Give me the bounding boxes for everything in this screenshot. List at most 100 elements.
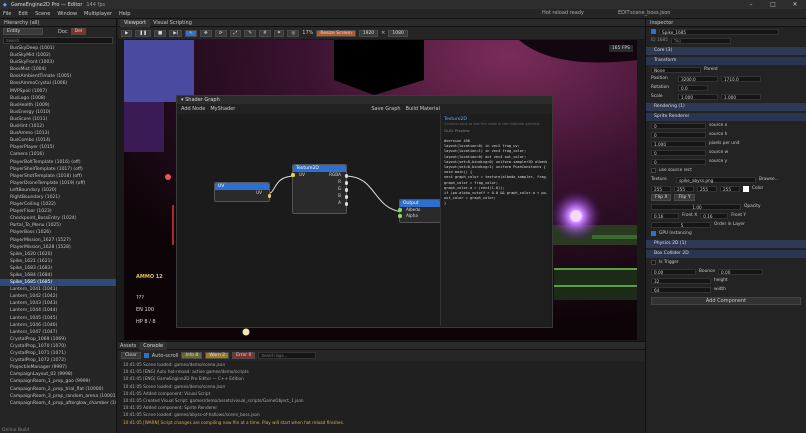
hierarchy-row[interactable]: MVPSpoil (1007) (0, 88, 116, 95)
tab-viewport[interactable]: Viewport (120, 18, 151, 27)
hierarchy-row[interactable]: Spike_1684 (1684) (0, 272, 116, 279)
tab-visual-scripting[interactable]: Visual Scripting (153, 20, 192, 26)
close-window-button[interactable]: ✕ (784, 0, 806, 9)
hierarchy-row[interactable]: Lantern_1044 (1044) (0, 307, 116, 314)
tag-field[interactable] (670, 37, 731, 44)
physics-section[interactable]: Physics 2D (1) (646, 240, 806, 248)
texture-field[interactable]: spike_abyss.png (676, 176, 756, 183)
hierarchy-row[interactable]: CampaignRoom_4_prop_afterglow_chamber (1… (0, 400, 116, 407)
bounce-field[interactable]: 0.00 (718, 268, 764, 275)
grid-toggle-icon[interactable]: # (259, 29, 271, 37)
entity-name-field[interactable]: Spike_1685 (659, 28, 779, 35)
output-albedo-pin[interactable] (398, 208, 402, 212)
hierarchy-row[interactable]: PlayerMission_1627 (1527) (0, 237, 116, 244)
hierarchy-row[interactable]: Spike_1620 (1620) (0, 251, 116, 258)
filter-warn[interactable]: Warn 2 (205, 352, 230, 359)
menu-help[interactable]: Help (119, 11, 130, 17)
uv-node[interactable]: UV UV (214, 182, 271, 202)
texture2d-g-pin[interactable] (344, 188, 348, 192)
browse-button[interactable]: Browse... (759, 177, 779, 182)
hierarchy-row[interactable]: ProjectileManager (9997) (0, 364, 116, 371)
shader-name[interactable]: MyShader (210, 106, 235, 112)
scale-tool-icon[interactable]: ⤢ (229, 29, 242, 37)
save-graph-button[interactable]: Save Graph (371, 106, 400, 112)
hierarchy-row[interactable]: BusEnergy (1010) (0, 109, 116, 116)
tab-console[interactable]: Console (139, 341, 168, 350)
rendering-section[interactable]: Rendering (1) (646, 103, 806, 111)
hierarchy-row[interactable]: BusSkyFront (1003) (0, 59, 116, 66)
texture2d-b-pin[interactable] (344, 195, 348, 199)
entity-dropdown[interactable]: Entity (3, 28, 43, 35)
hierarchy-row[interactable]: Spike_1621 (1621) (0, 258, 116, 265)
hierarchy-row[interactable]: RightBoundary (1021) (0, 194, 116, 201)
color-swatch[interactable] (743, 185, 749, 192)
hierarchy-row[interactable]: BusSkyDeep (1001) (0, 45, 116, 52)
hierarchy-row[interactable]: BusCombo (1014) (0, 137, 116, 144)
texture2d-r-pin[interactable] (344, 181, 348, 185)
add-component-button[interactable]: Add Component (651, 297, 801, 305)
hierarchy-row[interactable]: BossAmbientTimate (1005) (0, 73, 116, 80)
hierarchy-search-input[interactable] (3, 37, 113, 44)
hierarchy-row[interactable]: Lantern_1045 (1045) (0, 315, 116, 322)
position-y[interactable]: 1710.0 (721, 75, 761, 82)
hierarchy-row[interactable]: BossMist (1004) (0, 66, 116, 73)
hierarchy-row[interactable]: Lantern_1041 (1041) (0, 286, 116, 293)
use-source-rect-checkbox[interactable] (651, 168, 656, 173)
offset-x-field[interactable]: 0.00 (651, 268, 696, 275)
hierarchy-row[interactable]: BusHint (1012) (0, 123, 116, 130)
hierarchy-row[interactable]: PlayerPlayer (1015) (0, 144, 116, 151)
sprite-field-value[interactable]: 1.000 (651, 140, 706, 147)
menu-scene[interactable]: Scene (35, 11, 50, 17)
hierarchy-row[interactable]: Portal_To_Menu (1025) (0, 222, 116, 229)
hierarchy-row[interactable]: PlayerBoss (1026) (0, 229, 116, 236)
texture2d-node[interactable]: Texture2D UV RGBA R G B A (291, 164, 348, 214)
select-tool-icon[interactable]: ↖ (185, 29, 198, 37)
sprite-field-value[interactable]: 0 (651, 122, 706, 129)
hierarchy-row[interactable]: BusLogo (1008) (0, 95, 116, 102)
brush-tool-icon[interactable]: ✎ (244, 29, 256, 37)
snap-toggle-icon[interactable]: ⌗ (273, 29, 285, 37)
opacity-slider[interactable]: 1.00 (651, 203, 741, 210)
menu-window[interactable]: Window (57, 11, 77, 17)
order-field[interactable]: 5 (651, 221, 711, 228)
hierarchy-row[interactable]: PlayerBoltTemplate (1016) (off) (0, 159, 116, 166)
hierarchy-row[interactable]: BossAmmoCrystal (1006) (0, 80, 116, 87)
hierarchy-row[interactable]: CampaignRoom_2_prop_trial_flat (10000) (0, 386, 116, 393)
hierarchy-row[interactable]: Spike_1685 (1685) (0, 279, 116, 287)
hierarchy-row[interactable]: PlayerDroneTemplate (1019) (off) (0, 180, 116, 187)
stop-button[interactable]: ■ (154, 29, 167, 37)
menu-edit[interactable]: Edit (18, 11, 28, 17)
collider-height-field[interactable]: 32 (651, 277, 711, 284)
gpu-instancing-checkbox[interactable] (651, 231, 656, 236)
sprite-renderer-section[interactable]: Sprite Renderer (646, 113, 806, 121)
hierarchy-row[interactable]: BusSkyMid (1002) (0, 52, 116, 59)
build-material-button[interactable]: Build Material (406, 106, 440, 112)
rotation-field[interactable]: 0.0 (678, 84, 708, 91)
clear-button[interactable]: Clear (121, 352, 141, 359)
hierarchy-row[interactable]: CampaignLayout_02 (9998) (0, 371, 116, 378)
collider-width-field[interactable]: 64 (651, 286, 711, 293)
tab-assets[interactable]: Assets (120, 343, 136, 349)
core-section[interactable]: Core (3) (646, 47, 806, 55)
output-alpha-pin[interactable] (398, 214, 402, 218)
resolution-width[interactable]: 1920 (358, 29, 379, 37)
add-node-button[interactable]: Add Node (181, 106, 205, 112)
color-g[interactable]: 255 (674, 185, 694, 192)
rotate-tool-icon[interactable]: ⟳ (214, 29, 227, 37)
resolution-height[interactable]: 1080 (388, 29, 408, 37)
minimize-button[interactable]: – (740, 0, 762, 9)
hierarchy-row[interactable]: PlayerCeiling (1022) (0, 201, 116, 208)
scale-x[interactable]: 1.000 (678, 93, 718, 100)
texture2d-rgba-pin[interactable] (344, 174, 348, 178)
hierarchy-row[interactable]: Camera (1016) (0, 151, 116, 158)
is-trigger-checkbox[interactable] (651, 260, 656, 265)
pause-button[interactable]: ❚❚ (135, 29, 152, 37)
sprite-field-value[interactable]: 0 (651, 158, 706, 165)
hierarchy-row[interactable]: Lantern_1043 (1043) (0, 300, 116, 307)
uv-out-pin[interactable] (267, 194, 271, 198)
step-button[interactable]: ▶| (169, 29, 183, 37)
hierarchy-row[interactable]: PlayerFloor (1023) (0, 208, 116, 215)
flip-x-button[interactable]: Flip X (651, 194, 672, 201)
hierarchy-row[interactable]: Lantern_1042 (1042) (0, 293, 116, 300)
hierarchy-row[interactable]: PlayerMission_1628 (1528) (0, 244, 116, 251)
